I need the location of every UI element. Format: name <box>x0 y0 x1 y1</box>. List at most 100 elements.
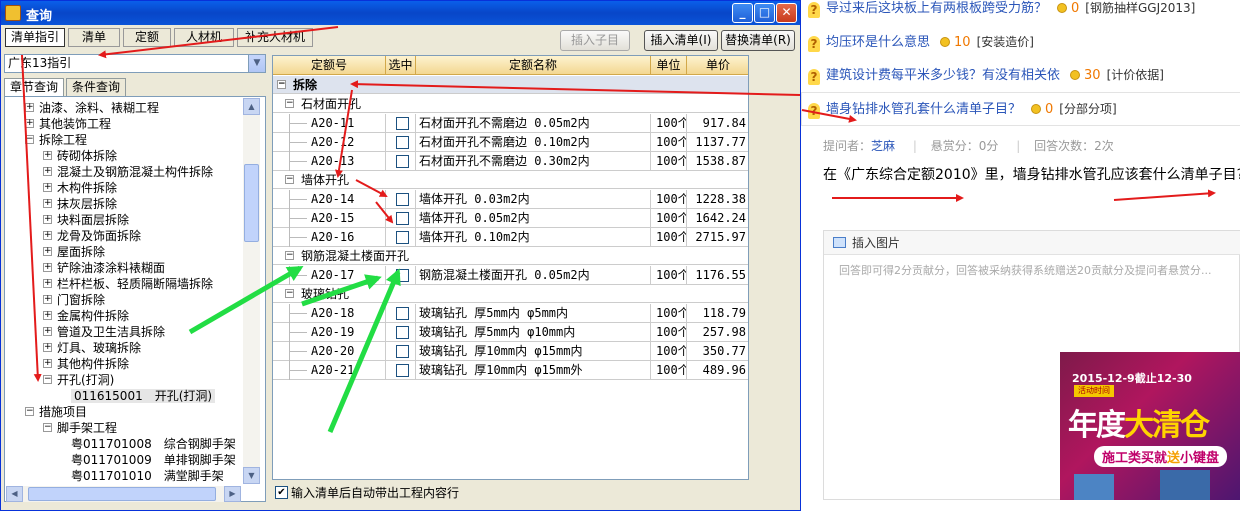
table-row[interactable]: A20-20 玻璃钻孔 厚10mm内 φ15mm内 100个 350.77 <box>273 342 748 361</box>
col-header-unit[interactable]: 单位 <box>651 56 687 75</box>
expand-icon[interactable]: + <box>43 167 52 176</box>
expand-icon[interactable]: + <box>43 215 52 224</box>
tree-node[interactable]: 粤011701009 单排钢脚手架 <box>71 452 236 468</box>
tree-node[interactable]: + 龙骨及饰面拆除 <box>43 228 141 244</box>
group-row[interactable]: − 拆除 <box>273 76 748 94</box>
tab-chapter-query[interactable]: 章节查询 <box>4 78 64 97</box>
library-select[interactable]: 广东13指引 ▼ <box>4 54 266 73</box>
scroll-thumb-horizontal[interactable] <box>28 487 216 501</box>
expand-icon[interactable]: + <box>43 199 52 208</box>
expand-icon[interactable]: + <box>25 103 34 112</box>
tree-node[interactable]: + 铲除油漆涂料裱糊面 <box>43 260 165 276</box>
collapse-icon[interactable]: − <box>43 375 52 384</box>
expand-icon[interactable]: + <box>43 231 52 240</box>
promo-banner[interactable]: 2015-12-9截止12-30 活动时间 年度大清仓 施工类买就送小键盘 <box>1060 352 1240 500</box>
table-row[interactable]: A20-16 墙体开孔 0.10m2内 100个 2715.97 <box>273 228 748 247</box>
expand-icon[interactable]: + <box>43 151 52 160</box>
expand-icon[interactable]: + <box>43 279 52 288</box>
tree-vertical-scrollbar[interactable]: ▲ ▼ <box>243 98 260 484</box>
question-category[interactable]: [钢筋抽样GGJ2013] <box>1085 1 1195 15</box>
tree-node[interactable]: 粤011701008 综合钢脚手架 <box>71 436 236 452</box>
table-row[interactable]: A20-18 玻璃钻孔 厚5mm内 φ5mm内 100个 118.79 <box>273 304 748 323</box>
scroll-down-icon[interactable]: ▼ <box>243 467 260 484</box>
table-row[interactable]: A20-19 玻璃钻孔 厚5mm内 φ10mm内 100个 257.98 <box>273 323 748 342</box>
tree-node[interactable]: + 门窗拆除 <box>43 292 105 308</box>
question-item[interactable]: ? 墙身钻排水管孔套什么清单子目？ 0 [分部分项] <box>808 98 1117 120</box>
col-header-name[interactable]: 定额名称 <box>416 56 651 75</box>
tree-node[interactable]: + 灯具、玻璃拆除 <box>43 340 141 356</box>
tab-list-guide[interactable]: 清单指引 <box>5 28 65 47</box>
expand-icon[interactable]: + <box>43 247 52 256</box>
table-row[interactable]: A20-12 石材面开孔不需磨边 0.10m2内 100个 1137.77 <box>273 133 748 152</box>
expand-icon[interactable]: + <box>25 119 34 128</box>
expand-icon[interactable]: + <box>43 263 52 272</box>
insert-sub-button[interactable]: 插入子目 <box>560 30 630 51</box>
group-row[interactable]: − 钢筋混凝土楼面开孔 <box>273 247 748 265</box>
question-category[interactable]: [安装造价] <box>977 35 1034 49</box>
tab-condition-query[interactable]: 条件查询 <box>66 78 126 97</box>
tree-node[interactable]: + 块料面层拆除 <box>43 212 129 228</box>
collapse-icon[interactable]: − <box>285 99 294 108</box>
col-header-selected[interactable]: 选中 <box>386 56 416 75</box>
title-bar[interactable]: 查询 _ □ ✕ <box>1 1 800 25</box>
question-title[interactable]: 均压环是什么意思 <box>826 35 930 50</box>
table-row[interactable]: A20-13 石材面开孔不需磨边 0.30m2内 100个 1538.87 <box>273 152 748 171</box>
tab-quota[interactable]: 定额 <box>123 28 171 47</box>
select-checkbox[interactable] <box>396 345 409 358</box>
col-header-code[interactable]: 定额号 <box>273 56 386 75</box>
table-row[interactable]: A20-21 玻璃钻孔 厚10mm内 φ15mm外 100个 489.96 <box>273 361 748 380</box>
scroll-left-icon[interactable]: ◀ <box>6 486 23 502</box>
insert-list-button[interactable]: 插入清单(I) <box>644 30 718 51</box>
question-title[interactable]: 建筑设计费每平米多少钱？有没有相关依 <box>826 68 1060 83</box>
scroll-thumb[interactable] <box>244 164 259 242</box>
select-checkbox[interactable] <box>396 364 409 377</box>
group-row[interactable]: − 石材面开孔 <box>273 95 748 113</box>
tab-supplement[interactable]: 补充人材机 <box>237 28 313 47</box>
select-checkbox[interactable] <box>396 269 409 282</box>
tree-node[interactable]: 011615001 开孔(打洞) <box>71 388 216 404</box>
answer-placeholder[interactable]: 回答即可得2分贡献分，回答被采纳获得系统赠送20贡献分及提问者悬赏分... <box>839 262 1211 278</box>
maximize-button[interactable]: □ <box>754 3 775 23</box>
tree-node[interactable]: + 油漆、涂料、裱糊工程 <box>25 100 159 116</box>
tree-node[interactable]: − 拆除工程 <box>25 132 87 148</box>
table-row[interactable]: A20-14 墙体开孔 0.03m2内 100个 1228.38 <box>273 190 748 209</box>
expand-icon[interactable]: + <box>43 359 52 368</box>
expand-icon[interactable]: + <box>43 311 52 320</box>
question-item[interactable]: ? 均压环是什么意思 10 [安装造价] <box>808 31 1034 53</box>
tree-node[interactable]: + 屋面拆除 <box>43 244 105 260</box>
tree-node[interactable]: + 其他装饰工程 <box>25 116 111 132</box>
table-row[interactable]: A20-11 石材面开孔不需磨边 0.05m2内 100个 917.84 <box>273 114 748 133</box>
select-checkbox[interactable] <box>396 136 409 149</box>
chevron-down-icon[interactable]: ▼ <box>248 55 265 72</box>
minimize-button[interactable]: _ <box>732 3 753 23</box>
collapse-icon[interactable]: − <box>25 135 34 144</box>
scroll-right-icon[interactable]: ▶ <box>224 486 241 502</box>
tree-node[interactable]: + 混凝土及钢筋混凝土构件拆除 <box>43 164 213 180</box>
tree-node[interactable]: + 其他构件拆除 <box>43 356 129 372</box>
collapse-icon[interactable]: − <box>285 289 294 298</box>
collapse-icon[interactable]: − <box>43 423 52 432</box>
expand-icon[interactable]: + <box>43 327 52 336</box>
question-title[interactable]: 墙身钻排水管孔套什么清单子目？ <box>826 102 1021 117</box>
select-checkbox[interactable] <box>396 117 409 130</box>
close-button[interactable]: ✕ <box>776 3 797 23</box>
tree-horizontal-scrollbar[interactable]: ◀ ▶ <box>6 486 241 502</box>
tree-node[interactable]: + 金属构件拆除 <box>43 308 129 324</box>
asker-name[interactable]: 芝麻 <box>871 139 895 153</box>
tree-node[interactable]: + 抹灰层拆除 <box>43 196 117 212</box>
tree-node[interactable]: − 脚手架工程 <box>43 420 117 436</box>
collapse-icon[interactable]: − <box>25 407 34 416</box>
insert-image-button[interactable]: 插入图片 <box>852 236 900 250</box>
select-checkbox[interactable] <box>396 231 409 244</box>
group-row[interactable]: − 玻璃钻孔 <box>273 285 748 303</box>
select-checkbox[interactable] <box>396 326 409 339</box>
tree-node[interactable]: + 木构件拆除 <box>43 180 117 196</box>
tree-node[interactable]: + 管道及卫生洁具拆除 <box>43 324 165 340</box>
collapse-icon[interactable]: − <box>277 80 286 89</box>
question-category[interactable]: [分部分项] <box>1059 102 1116 116</box>
expand-icon[interactable]: + <box>43 343 52 352</box>
image-icon[interactable] <box>833 237 846 248</box>
scroll-up-icon[interactable]: ▲ <box>243 98 260 115</box>
tree-node[interactable]: − 开孔(打洞) <box>43 372 114 388</box>
tab-list[interactable]: 清单 <box>68 28 120 47</box>
